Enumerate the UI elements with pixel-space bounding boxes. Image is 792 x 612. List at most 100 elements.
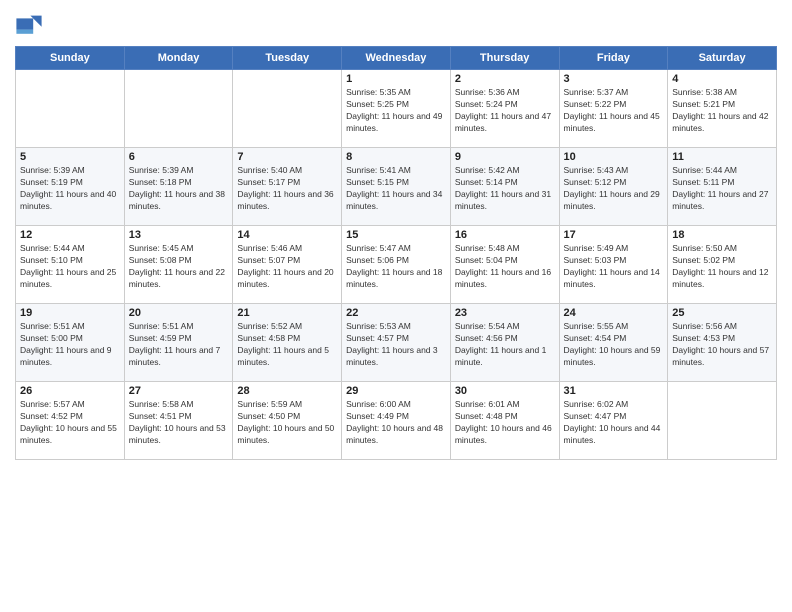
day-number: 12 [20,229,120,241]
day-info: Sunrise: 5:39 AM Sunset: 5:18 PM Dayligh… [129,165,229,213]
day-number: 25 [672,307,772,319]
day-number: 28 [237,385,337,397]
day-info: Sunrise: 5:47 AM Sunset: 5:06 PM Dayligh… [346,243,446,291]
weekday-header-tuesday: Tuesday [233,47,342,70]
calendar-cell: 5Sunrise: 5:39 AM Sunset: 5:19 PM Daylig… [16,148,125,226]
day-number: 9 [455,151,555,163]
weekday-header-monday: Monday [124,47,233,70]
day-number: 17 [564,229,664,241]
day-info: Sunrise: 5:55 AM Sunset: 4:54 PM Dayligh… [564,321,664,369]
weekday-header-saturday: Saturday [668,47,777,70]
day-info: Sunrise: 5:51 AM Sunset: 5:00 PM Dayligh… [20,321,120,369]
calendar-cell: 1 Sunrise: 5:35 AM Sunset: 5:25 PM Daylig… [342,70,451,148]
day-number: 5 [20,151,120,163]
main-container: SundayMondayTuesdayWednesdayThursdayFrid… [0,0,792,612]
day-info: Sunrise: 5:51 AM Sunset: 4:59 PM Dayligh… [129,321,229,369]
calendar-week-row: 26 Sunrise: 5:57 AM Sunset: 4:52 PM Dayli… [16,382,777,460]
day-info: Sunrise: 5:54 AM Sunset: 4:56 PM Dayligh… [455,321,555,369]
logo [15,10,47,38]
calendar-cell: 13 Sunrise: 5:45 AM Sunset: 5:08 PM Dayli… [124,226,233,304]
day-number: 16 [455,229,555,241]
day-number: 18 [672,229,772,241]
calendar-cell: 18 Sunrise: 5:50 AM Sunset: 5:02 PM Dayli… [668,226,777,304]
day-info: Sunrise: 5:57 AM Sunset: 4:52 PM Dayligh… [20,399,120,447]
calendar-cell: 28Sunrise: 5:59 AM Sunset: 4:50 PM Dayli… [233,382,342,460]
logo-icon [15,10,43,38]
day-info: Sunrise: 5:56 AM Sunset: 4:53 PM Dayligh… [672,321,772,369]
calendar-cell: 23 Sunrise: 5:54 AM Sunset: 4:56 PM Dayli… [450,304,559,382]
weekday-header-friday: Friday [559,47,668,70]
calendar-cell: 24 Sunrise: 5:55 AM Sunset: 4:54 PM Dayli… [559,304,668,382]
day-number: 19 [20,307,120,319]
day-info: Sunrise: 5:53 AM Sunset: 4:57 PM Dayligh… [346,321,446,369]
day-info: Sunrise: 6:01 AM Sunset: 4:48 PM Dayligh… [455,399,555,447]
day-number: 23 [455,307,555,319]
calendar-cell: 21Sunrise: 5:52 AM Sunset: 4:58 PM Dayli… [233,304,342,382]
day-info: Sunrise: 5:35 AM Sunset: 5:25 PM Dayligh… [346,87,446,135]
calendar-cell: 9 Sunrise: 5:42 AM Sunset: 5:14 PM Daylig… [450,148,559,226]
calendar-table: SundayMondayTuesdayWednesdayThursdayFrid… [15,46,777,460]
calendar-cell: 3Sunrise: 5:37 AM Sunset: 5:22 PM Daylig… [559,70,668,148]
day-number: 13 [129,229,229,241]
day-info: Sunrise: 5:45 AM Sunset: 5:08 PM Dayligh… [129,243,229,291]
calendar-cell: 30 Sunrise: 6:01 AM Sunset: 4:48 PM Dayli… [450,382,559,460]
day-number: 3 [564,73,664,85]
day-number: 10 [564,151,664,163]
day-info: Sunrise: 5:42 AM Sunset: 5:14 PM Dayligh… [455,165,555,213]
day-number: 22 [346,307,446,319]
day-number: 20 [129,307,229,319]
calendar-week-row: 5Sunrise: 5:39 AM Sunset: 5:19 PM Daylig… [16,148,777,226]
day-number: 8 [346,151,446,163]
day-info: Sunrise: 5:41 AM Sunset: 5:15 PM Dayligh… [346,165,446,213]
day-info: Sunrise: 5:43 AM Sunset: 5:12 PM Dayligh… [564,165,664,213]
day-info: Sunrise: 5:40 AM Sunset: 5:17 PM Dayligh… [237,165,337,213]
calendar-cell: 8 Sunrise: 5:41 AM Sunset: 5:15 PM Daylig… [342,148,451,226]
day-info: Sunrise: 6:00 AM Sunset: 4:49 PM Dayligh… [346,399,446,447]
calendar-cell: 20 Sunrise: 5:51 AM Sunset: 4:59 PM Dayli… [124,304,233,382]
calendar-cell: 12 Sunrise: 5:44 AM Sunset: 5:10 PM Dayli… [16,226,125,304]
calendar-cell [16,70,125,148]
calendar-cell [124,70,233,148]
calendar-cell [233,70,342,148]
calendar-cell: 26 Sunrise: 5:57 AM Sunset: 4:52 PM Dayli… [16,382,125,460]
day-number: 30 [455,385,555,397]
calendar-cell: 17 Sunrise: 5:49 AM Sunset: 5:03 PM Dayli… [559,226,668,304]
calendar-cell: 15 Sunrise: 5:47 AM Sunset: 5:06 PM Dayli… [342,226,451,304]
day-info: Sunrise: 5:44 AM Sunset: 5:11 PM Dayligh… [672,165,772,213]
day-info: Sunrise: 6:02 AM Sunset: 4:47 PM Dayligh… [564,399,664,447]
calendar-cell: 29 Sunrise: 6:00 AM Sunset: 4:49 PM Dayli… [342,382,451,460]
calendar-cell: 27 Sunrise: 5:58 AM Sunset: 4:51 PM Dayli… [124,382,233,460]
calendar-cell: 14Sunrise: 5:46 AM Sunset: 5:07 PM Dayli… [233,226,342,304]
day-number: 27 [129,385,229,397]
calendar-cell: 7Sunrise: 5:40 AM Sunset: 5:17 PM Daylig… [233,148,342,226]
weekday-header-thursday: Thursday [450,47,559,70]
calendar-cell: 25 Sunrise: 5:56 AM Sunset: 4:53 PM Dayli… [668,304,777,382]
day-info: Sunrise: 5:58 AM Sunset: 4:51 PM Dayligh… [129,399,229,447]
day-number: 1 [346,73,446,85]
day-number: 11 [672,151,772,163]
calendar-cell: 2 Sunrise: 5:36 AM Sunset: 5:24 PM Daylig… [450,70,559,148]
day-info: Sunrise: 5:44 AM Sunset: 5:10 PM Dayligh… [20,243,120,291]
calendar-cell: 6Sunrise: 5:39 AM Sunset: 5:18 PM Daylig… [124,148,233,226]
calendar-cell: 11 Sunrise: 5:44 AM Sunset: 5:11 PM Dayli… [668,148,777,226]
calendar-cell: 4Sunrise: 5:38 AM Sunset: 5:21 PM Daylig… [668,70,777,148]
calendar-cell: 22 Sunrise: 5:53 AM Sunset: 4:57 PM Dayli… [342,304,451,382]
day-info: Sunrise: 5:49 AM Sunset: 5:03 PM Dayligh… [564,243,664,291]
day-number: 15 [346,229,446,241]
day-info: Sunrise: 5:46 AM Sunset: 5:07 PM Dayligh… [237,243,337,291]
day-number: 31 [564,385,664,397]
day-number: 29 [346,385,446,397]
weekday-header-row: SundayMondayTuesdayWednesdayThursdayFrid… [16,47,777,70]
calendar-cell: 31 Sunrise: 6:02 AM Sunset: 4:47 PM Dayli… [559,382,668,460]
calendar-cell: 19 Sunrise: 5:51 AM Sunset: 5:00 PM Dayli… [16,304,125,382]
day-info: Sunrise: 5:38 AM Sunset: 5:21 PM Dayligh… [672,87,772,135]
day-info: Sunrise: 5:36 AM Sunset: 5:24 PM Dayligh… [455,87,555,135]
day-number: 26 [20,385,120,397]
day-info: Sunrise: 5:50 AM Sunset: 5:02 PM Dayligh… [672,243,772,291]
calendar-cell: 10 Sunrise: 5:43 AM Sunset: 5:12 PM Dayli… [559,148,668,226]
calendar-week-row: 19 Sunrise: 5:51 AM Sunset: 5:00 PM Dayli… [16,304,777,382]
day-number: 2 [455,73,555,85]
calendar-cell [668,382,777,460]
weekday-header-sunday: Sunday [16,47,125,70]
day-number: 24 [564,307,664,319]
